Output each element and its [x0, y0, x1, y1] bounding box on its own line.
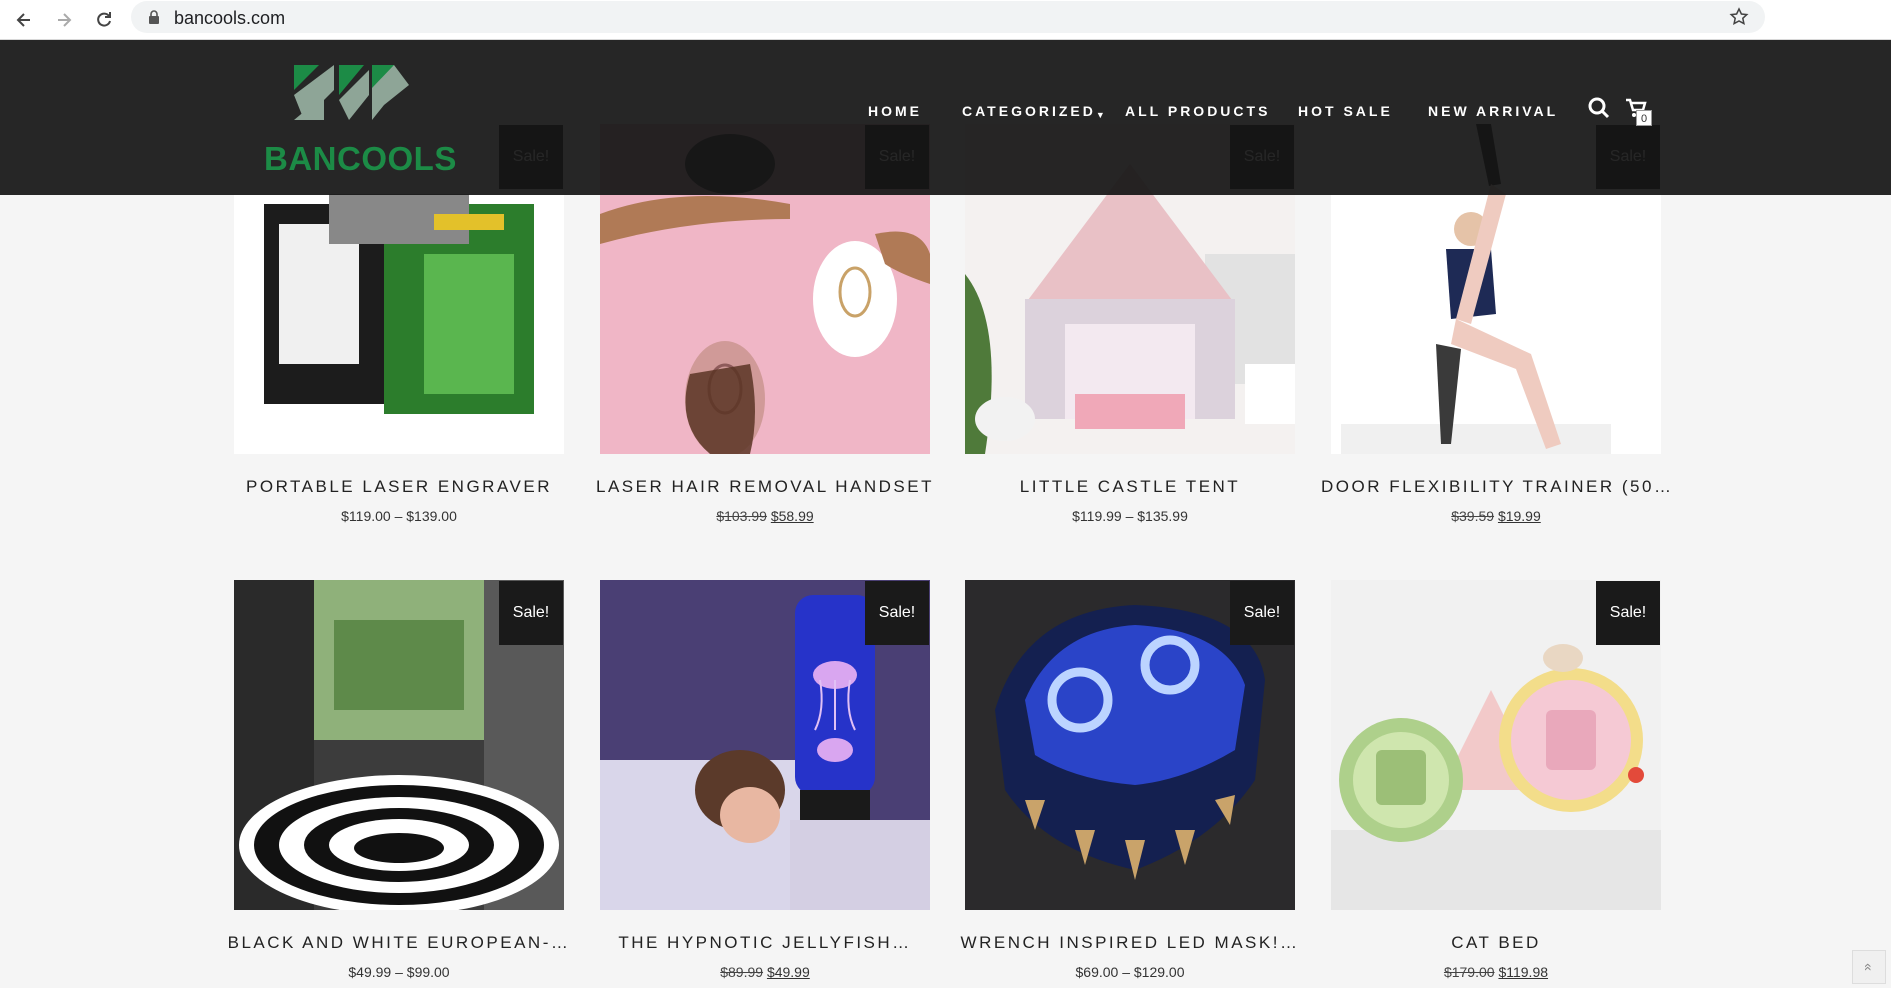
cart-count-badge: 0 — [1636, 110, 1652, 126]
sale-price: $49.99 — [766, 964, 810, 980]
product-price: $89.99 $49.99 — [600, 964, 930, 980]
browser-toolbar: bancools.com — [0, 0, 1891, 40]
site-page: BANCOOLS HOME CATEGORIZED▼ ALL PRODUCTS … — [0, 40, 1891, 988]
product-image-cat-bed[interactable]: Sale! — [1331, 580, 1661, 910]
product-price: $49.99 – $99.00 — [348, 964, 450, 980]
search-icon[interactable] — [1587, 96, 1611, 120]
url-text: bancools.com — [174, 8, 286, 28]
product-title[interactable]: WRENCH INSPIRED LED MASK!… — [955, 933, 1305, 953]
address-bar[interactable]: bancools.com — [131, 1, 1765, 33]
arrow-left-icon — [16, 13, 30, 27]
product-price: $119.99 – $135.99 — [1072, 508, 1188, 524]
old-price: $103.99 — [716, 508, 767, 524]
sale-price: $119.98 — [1498, 964, 1549, 980]
logo-text: BANCOOLS — [264, 140, 457, 177]
product-title[interactable]: CAT BED — [1321, 933, 1671, 953]
nav-hot-sale[interactable]: HOT SALE — [1298, 103, 1393, 119]
product-price: $179.00 $119.98 — [1331, 964, 1661, 980]
nav-home[interactable]: HOME — [868, 103, 922, 119]
sale-price: $19.99 — [1497, 508, 1541, 524]
scroll-to-top-button[interactable]: « — [1852, 950, 1886, 984]
product-title[interactable]: LITTLE CASTLE TENT — [955, 477, 1305, 497]
product-price: $69.00 – $129.00 — [1075, 964, 1185, 980]
sale-badge: Sale! — [1596, 581, 1660, 645]
nav-categorized-label: CATEGORIZED — [962, 103, 1096, 119]
arrow-right-icon — [58, 13, 72, 27]
nav-new-arrival[interactable]: NEW ARRIVAL — [1428, 103, 1558, 119]
chevron-up-icon: « — [1860, 963, 1877, 971]
old-price: $89.99 — [720, 964, 764, 980]
product-price: $119.00 – $139.00 — [341, 508, 457, 524]
product-title[interactable]: PORTABLE LASER ENGRAVER — [224, 477, 574, 497]
old-price: $179.00 — [1443, 964, 1495, 980]
sale-badge: Sale! — [1230, 581, 1294, 645]
product-title[interactable]: THE HYPNOTIC JELLYFISH… — [590, 933, 940, 953]
site-header: BANCOOLS HOME CATEGORIZED▼ ALL PRODUCTS … — [0, 40, 1891, 195]
sale-badge: Sale! — [865, 581, 929, 645]
old-price: $39.59 — [1451, 508, 1495, 524]
lock-icon — [149, 10, 159, 24]
reload-icon — [97, 12, 111, 27]
back-button[interactable] — [10, 6, 38, 34]
nav-categorized[interactable]: CATEGORIZED▼ — [962, 103, 1105, 120]
product-title[interactable]: DOOR FLEXIBILITY TRAINER (50… — [1321, 477, 1671, 497]
sale-price: $58.99 — [770, 508, 814, 524]
bookmark-star-icon[interactable] — [1729, 7, 1749, 27]
product-title[interactable]: LASER HAIR REMOVAL HANDSET — [590, 477, 940, 497]
product-image-checker-rug[interactable]: Sale! — [234, 580, 564, 910]
product-image-jellyfish-lamp[interactable]: Sale! — [600, 580, 930, 910]
product-title[interactable]: BLACK AND WHITE EUROPEAN-… — [224, 933, 574, 953]
forward-button[interactable] — [50, 6, 78, 34]
product-price: $103.99 $58.99 — [600, 508, 930, 524]
sale-badge: Sale! — [499, 581, 563, 645]
product-image-led-mask[interactable]: Sale! — [965, 580, 1295, 910]
nav-all-products[interactable]: ALL PRODUCTS — [1125, 103, 1270, 119]
caret-down-icon: ▼ — [1095, 110, 1105, 120]
product-price: $39.59 $19.99 — [1331, 508, 1661, 524]
reload-button[interactable] — [90, 6, 118, 34]
